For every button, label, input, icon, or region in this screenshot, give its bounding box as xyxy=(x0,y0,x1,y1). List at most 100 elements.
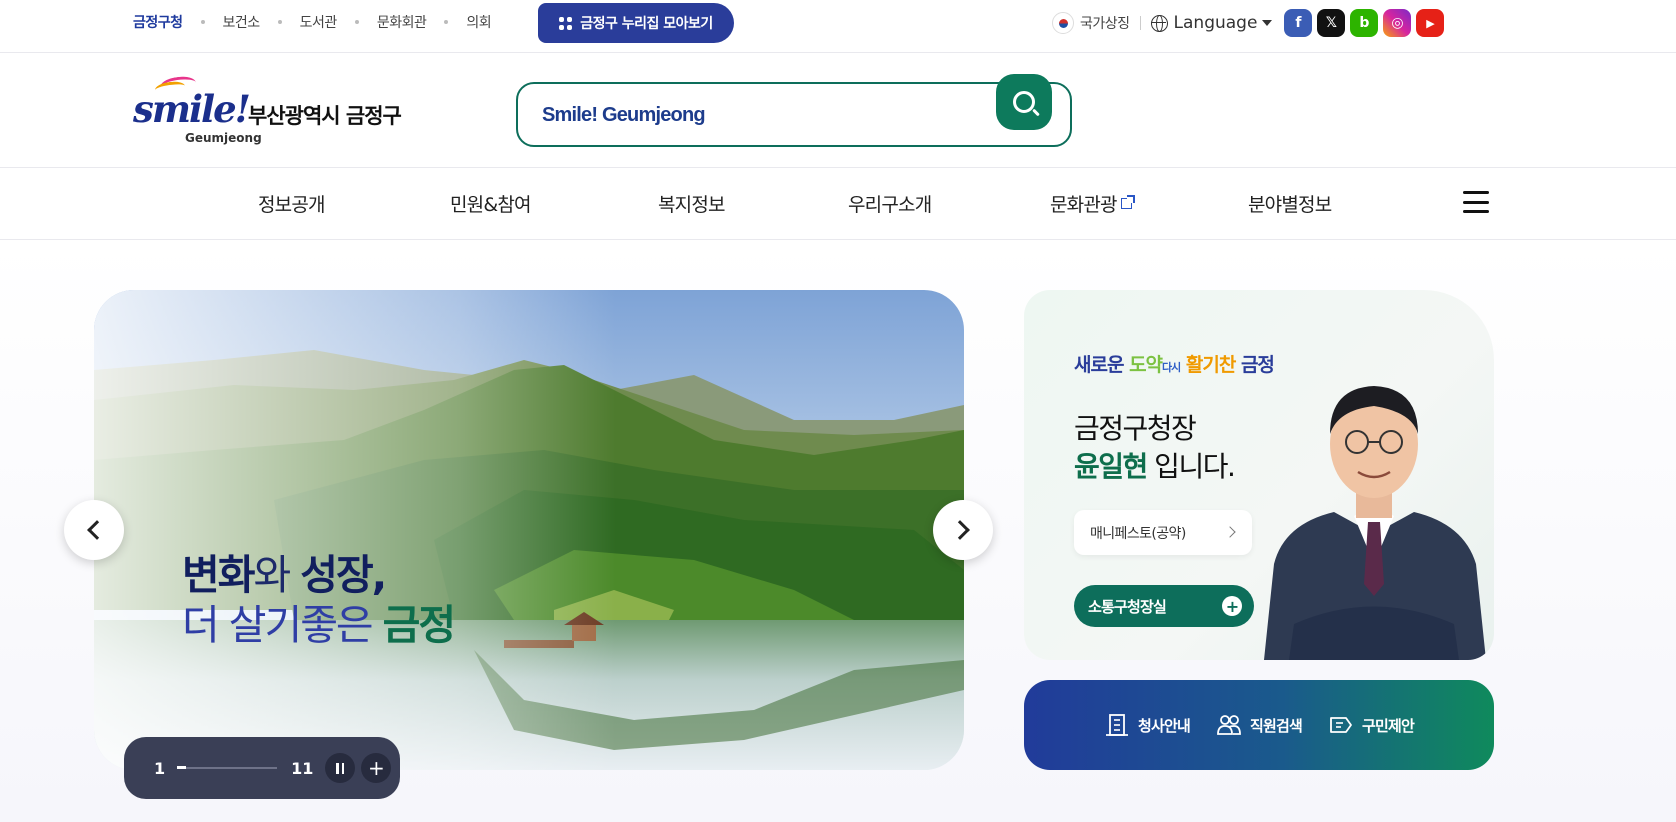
search-button[interactable] xyxy=(996,74,1052,130)
mayor-position: 금정구청장 xyxy=(1074,412,1197,445)
mayor-name: 윤일현 xyxy=(1074,449,1148,483)
search-input[interactable] xyxy=(542,100,982,130)
nav-item-label: 민원&참여 xyxy=(450,194,532,216)
utility-bar: 금정구청 보건소 도서관 문화회관 의회 금정구 누리집 모아보기 국가상징 L… xyxy=(0,0,1676,53)
nav-item-label: 우리구소개 xyxy=(848,194,932,216)
portal-collection-button[interactable]: 금정구 누리집 모아보기 xyxy=(538,3,734,43)
portal-collection-label: 금정구 누리집 모아보기 xyxy=(580,16,713,32)
current-slide: 1 xyxy=(154,758,166,778)
slogan-part: 새로운 xyxy=(1074,354,1130,376)
pause-icon xyxy=(336,762,345,774)
social-links: f 𝕏 b ◎ ▶ xyxy=(1284,9,1445,37)
slogan-part: 활기찬 xyxy=(1180,354,1241,376)
slogan-part: 다시 xyxy=(1162,361,1181,374)
national-symbol-link[interactable]: 국가상징 xyxy=(1080,13,1130,33)
mayor-slogan: 새로운 도약다시 활기찬 금정 xyxy=(1074,350,1275,377)
quick-link-label: 직원검색 xyxy=(1249,716,1303,735)
site-link-council[interactable]: 의회 xyxy=(466,12,491,32)
site-header: smile! Geumjeong 부산광역시 금정구 xyxy=(0,53,1676,168)
mayor-name-line: 윤일현 입니다. xyxy=(1074,448,1236,486)
slider-pager: 1 11 + xyxy=(124,737,400,799)
mayor-portrait xyxy=(1264,386,1486,660)
globe-icon xyxy=(1150,14,1168,32)
search-icon xyxy=(1013,91,1035,113)
main-navigation: 정보공개 민원&참여 복지정보 우리구소개 문화관광 분야별정보 xyxy=(0,168,1676,240)
plus-icon: + xyxy=(1222,596,1242,616)
nav-item-about-district[interactable]: 우리구소개 xyxy=(848,190,932,217)
nav-item-label: 정보공개 xyxy=(258,194,326,216)
quick-link-label: 청사안내 xyxy=(1137,716,1191,735)
slide-progress-bar xyxy=(177,766,278,769)
headline-word: 와 xyxy=(253,551,301,599)
chevron-right-icon xyxy=(1224,526,1236,538)
slide-progress-fill xyxy=(177,766,187,769)
logo-wordmark: smile! xyxy=(133,87,251,131)
nav-item-field-info[interactable]: 분야별정보 xyxy=(1248,190,1332,217)
menu-icon[interactable] xyxy=(1463,191,1489,213)
proposal-icon xyxy=(1330,717,1352,733)
nav-item-information-disclosure[interactable]: 정보공개 xyxy=(258,190,326,217)
mayor-title: 금정구청장 윤일현 입니다. xyxy=(1074,410,1236,486)
separator xyxy=(1139,16,1141,30)
nav-item-label: 문화관광 xyxy=(1050,194,1118,216)
site-link-culture-hall[interactable]: 문화회관 xyxy=(377,12,427,32)
nav-item-culture-tourism[interactable]: 문화관광 xyxy=(1050,190,1135,217)
chevron-left-icon xyxy=(87,520,107,540)
facebook-icon[interactable]: f xyxy=(1284,9,1313,37)
visual-headline: 변화와 성장, 더 살기좋은 금정 xyxy=(182,550,456,650)
language-selector[interactable]: Language xyxy=(1174,13,1258,33)
plus-icon: + xyxy=(368,756,385,780)
grid-icon xyxy=(559,16,573,30)
separator-dot xyxy=(444,20,449,24)
headline-word: 성장, xyxy=(300,551,387,599)
youtube-icon[interactable]: ▶ xyxy=(1416,9,1445,37)
pause-button[interactable] xyxy=(325,753,356,783)
headline-word: 더 살기좋은 xyxy=(182,601,383,650)
separator-dot xyxy=(200,20,205,24)
people-icon xyxy=(1217,715,1241,735)
search-box xyxy=(516,74,1072,147)
lake-forest-image xyxy=(94,290,964,770)
quick-links-bar: 청사안내 직원검색 구민제안 xyxy=(1024,680,1494,770)
slider-prev-button[interactable] xyxy=(64,500,124,560)
headline-line-1: 변화와 성장, xyxy=(182,550,454,600)
headline-word: 변화 xyxy=(182,551,255,599)
nav-item-welfare[interactable]: 복지정보 xyxy=(658,190,726,217)
manifesto-label: 매니페스토(공약) xyxy=(1090,525,1186,542)
quick-link-staff-search[interactable]: 직원검색 xyxy=(1216,712,1303,738)
separator-dot xyxy=(277,20,282,24)
site-link-health-center[interactable]: 보건소 xyxy=(223,12,261,32)
mayor-name-suffix: 입니다. xyxy=(1146,449,1236,483)
family-site-nav: 금정구청 보건소 도서관 문화회관 의회 xyxy=(133,0,492,44)
nav-item-label: 복지정보 xyxy=(658,194,726,216)
building-icon xyxy=(1105,714,1128,736)
nav-item-civil-participation[interactable]: 민원&참여 xyxy=(450,190,532,217)
mayor-office-label: 소통구청장실 xyxy=(1088,597,1167,616)
view-all-button[interactable]: + xyxy=(361,753,392,783)
separator-dot xyxy=(354,20,359,24)
mayor-office-button[interactable]: 소통구청장실 + xyxy=(1074,585,1254,627)
site-link-district-office[interactable]: 금정구청 xyxy=(133,12,183,32)
instagram-icon[interactable]: ◎ xyxy=(1383,9,1412,37)
external-link-icon xyxy=(1120,195,1135,209)
chevron-right-icon xyxy=(950,520,970,540)
utility-links: 국가상징 Language f 𝕏 b ◎ ▶ xyxy=(1052,8,1445,38)
x-icon[interactable]: 𝕏 xyxy=(1317,9,1346,37)
caret-down-icon xyxy=(1262,20,1273,26)
headline-line-2: 더 살기좋은 금정 xyxy=(182,600,456,650)
logo-subtitle: Geumjeong xyxy=(185,131,262,145)
slider-next-button[interactable] xyxy=(933,500,993,560)
site-logo[interactable]: smile! Geumjeong 부산광역시 금정구 xyxy=(133,74,423,147)
quick-link-label: 구민제안 xyxy=(1362,716,1415,735)
slogan-part: 도약 xyxy=(1129,354,1163,376)
manifesto-button[interactable]: 매니페스토(공약) xyxy=(1074,510,1252,555)
logo-district-name: 부산광역시 금정구 xyxy=(248,104,402,128)
korea-flag-icon xyxy=(1052,12,1074,34)
total-slides: 11 xyxy=(291,758,314,778)
site-link-library[interactable]: 도서관 xyxy=(300,12,338,32)
quick-link-building-guide[interactable]: 청사안내 xyxy=(1104,712,1191,738)
nav-item-label: 분야별정보 xyxy=(1248,194,1332,216)
main-visual-slider: 변화와 성장, 더 살기좋은 금정 xyxy=(94,290,964,770)
blog-icon[interactable]: b xyxy=(1350,9,1379,37)
quick-link-citizen-proposal[interactable]: 구민제안 xyxy=(1328,712,1415,738)
